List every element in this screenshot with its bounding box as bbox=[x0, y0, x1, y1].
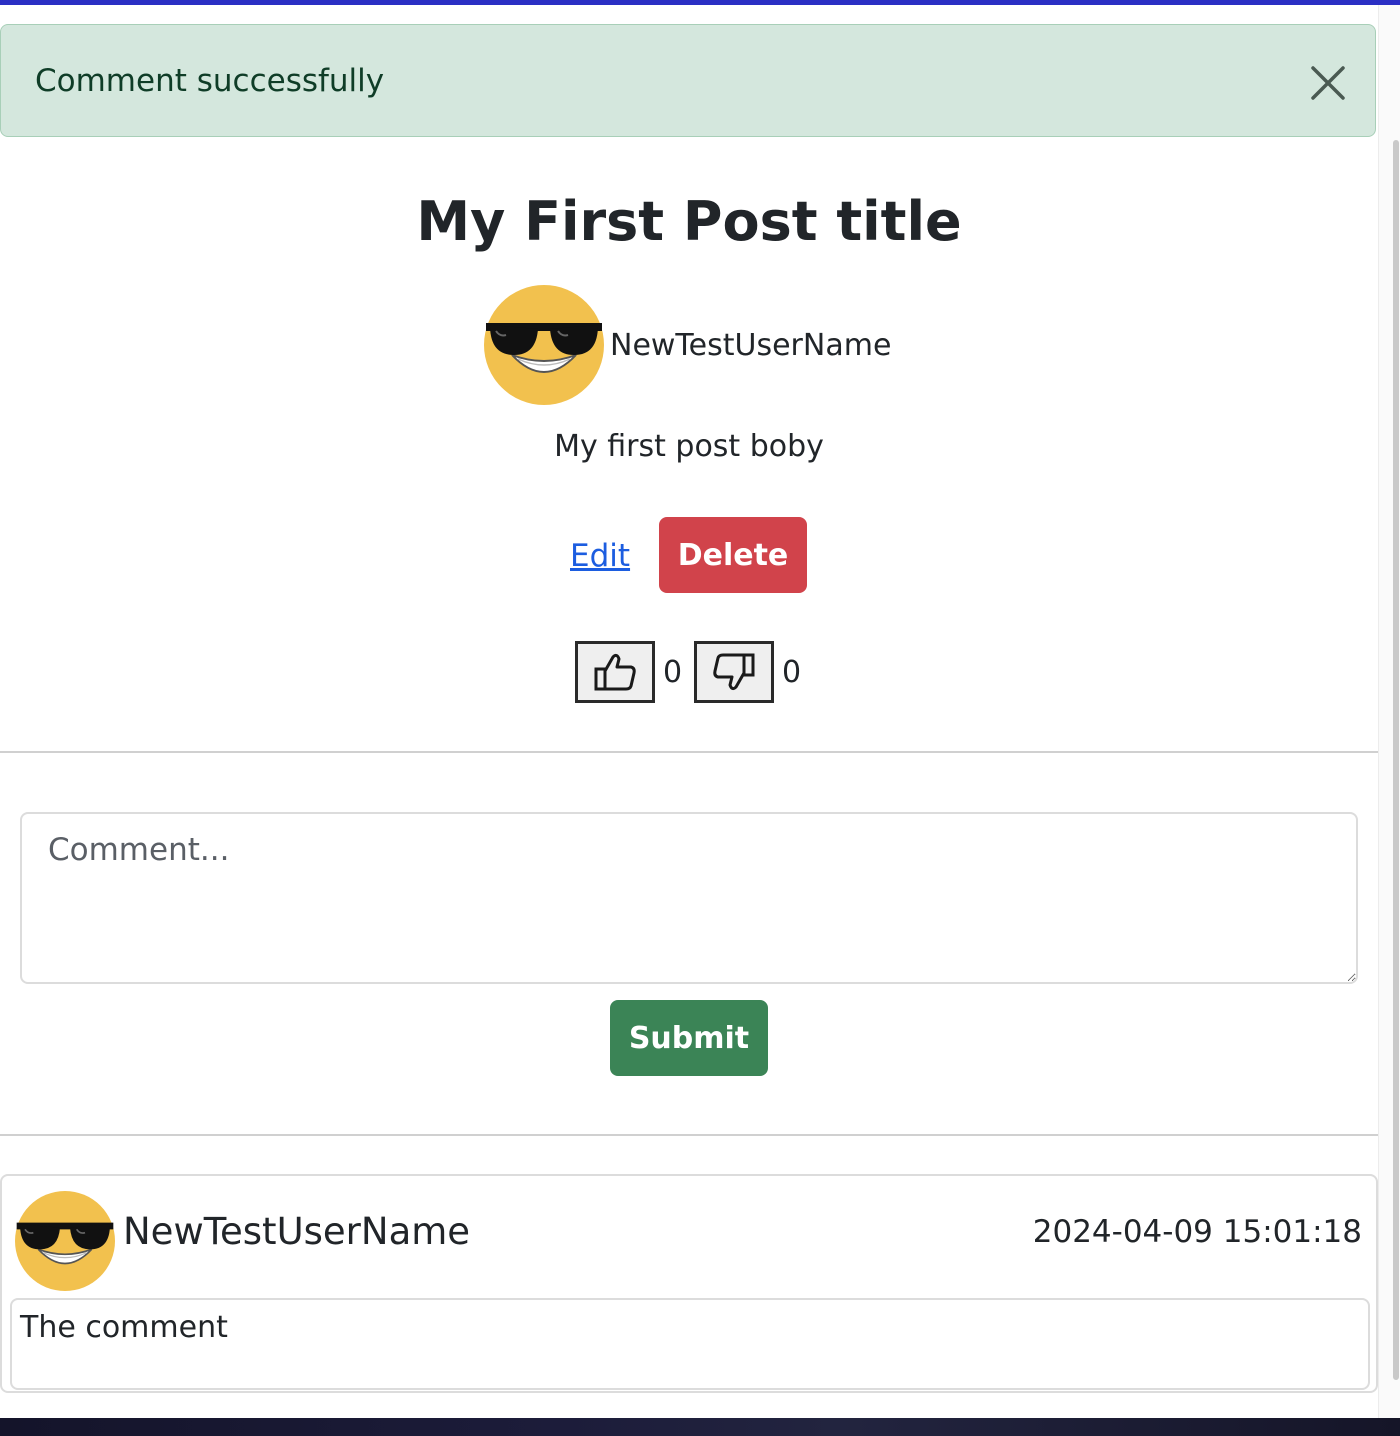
close-icon[interactable] bbox=[1307, 62, 1349, 104]
success-alert: Comment successfully bbox=[0, 24, 1376, 137]
page: Comment successfully My First Post title… bbox=[0, 5, 1378, 1418]
post-title: My First Post title bbox=[416, 190, 962, 253]
dislike-button[interactable] bbox=[694, 641, 774, 703]
alert-message: Comment successfully bbox=[35, 63, 385, 99]
comment-input[interactable] bbox=[20, 812, 1358, 984]
comment-timestamp: 2024-04-09 15:01:18 bbox=[1032, 1214, 1362, 1250]
post-author: NewTestUserName bbox=[484, 285, 891, 405]
like-count: 0 bbox=[663, 655, 683, 690]
sunglasses-smiley-icon bbox=[484, 285, 604, 405]
thumbs-up-icon bbox=[594, 653, 636, 691]
sunglasses-smiley-icon bbox=[15, 1191, 115, 1291]
edit-link[interactable]: Edit bbox=[570, 538, 630, 574]
desktop-bottom-strip bbox=[0, 1418, 1400, 1436]
comment-card: NewTestUserName 2024-04-09 15:01:18 The … bbox=[0, 1174, 1378, 1393]
scrollbar-thumb[interactable] bbox=[1393, 140, 1399, 1380]
divider bbox=[0, 751, 1378, 753]
comment-body: The comment bbox=[10, 1298, 1370, 1390]
author-name: NewTestUserName bbox=[610, 327, 892, 363]
thumbs-down-icon bbox=[713, 653, 755, 691]
comment-author: NewTestUserName bbox=[123, 1210, 471, 1253]
submit-button[interactable]: Submit bbox=[610, 1000, 768, 1076]
like-button[interactable] bbox=[575, 641, 655, 703]
post-body: My first post boby bbox=[554, 429, 824, 464]
divider bbox=[0, 1134, 1378, 1136]
dislike-count: 0 bbox=[782, 655, 802, 690]
delete-button[interactable]: Delete bbox=[659, 517, 807, 593]
